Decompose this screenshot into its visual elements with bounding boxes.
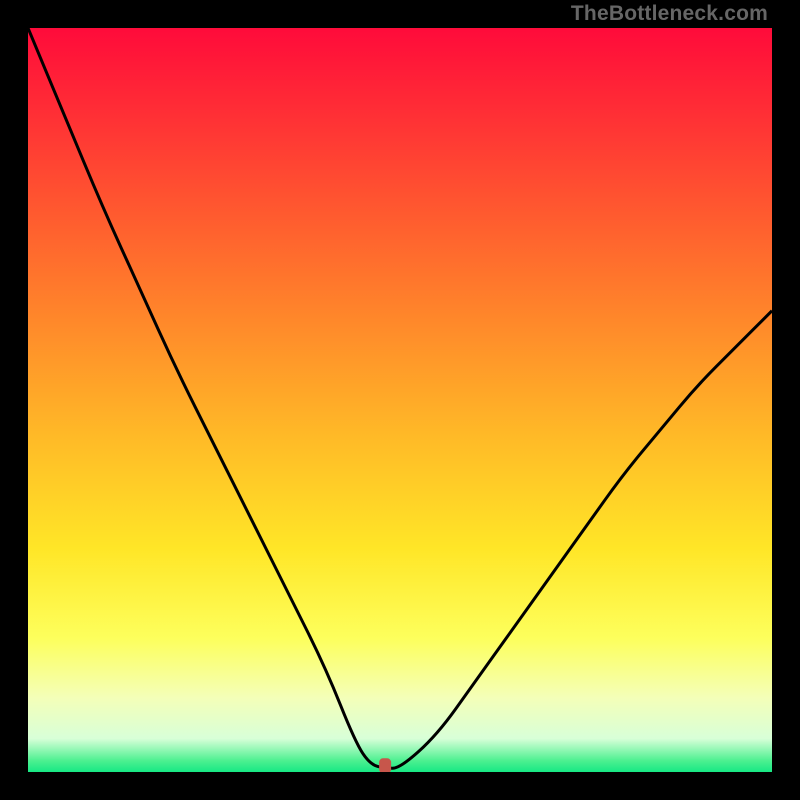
watermark-text: TheBottleneck.com	[571, 2, 768, 26]
optimal-point-marker	[379, 758, 391, 772]
bottleneck-chart	[28, 28, 772, 772]
chart-frame	[28, 28, 772, 772]
gradient-background	[28, 28, 772, 772]
